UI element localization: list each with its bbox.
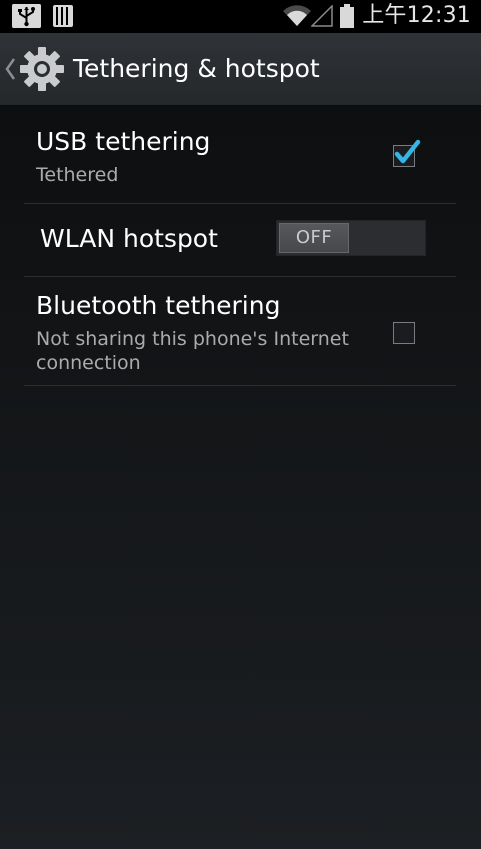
battery-icon: [339, 4, 355, 28]
sd-card-icon: [53, 5, 73, 27]
bluetooth-tethering-summary: Not sharing this phone's Internet connec…: [36, 328, 349, 374]
screen-title: Tethering & hotspot: [73, 54, 320, 83]
status-bar: 上午12:31: [0, 0, 481, 33]
wlan-hotspot-title: WLAN hotspot: [40, 224, 218, 253]
signal-icon: [310, 4, 333, 27]
usb-tethering-summary: Tethered: [36, 164, 119, 186]
check-icon: [394, 139, 421, 164]
wifi-icon: [282, 5, 312, 27]
back-chevron-icon[interactable]: [2, 55, 18, 83]
action-bar: Tethering & hotspot: [0, 33, 481, 106]
wlan-hotspot-item[interactable]: WLAN hotspot OFF: [24, 204, 456, 277]
settings-list: USB tethering Tethered WLAN hotspot OFF …: [24, 106, 456, 386]
usb-tethering-title: USB tethering: [36, 127, 211, 156]
clock: 上午12:31: [362, 3, 471, 28]
usb-tethering-item[interactable]: USB tethering Tethered: [24, 106, 456, 204]
bluetooth-tethering-title: Bluetooth tethering: [36, 291, 281, 320]
bluetooth-tethering-item[interactable]: Bluetooth tethering Not sharing this pho…: [24, 277, 456, 386]
bluetooth-tethering-checkbox[interactable]: [393, 322, 415, 344]
usb-tethering-checkbox[interactable]: [393, 139, 421, 167]
switch-thumb: OFF: [279, 223, 349, 253]
gear-icon[interactable]: [19, 46, 65, 92]
wlan-hotspot-switch[interactable]: OFF: [276, 220, 426, 256]
usb-icon: [12, 4, 41, 28]
